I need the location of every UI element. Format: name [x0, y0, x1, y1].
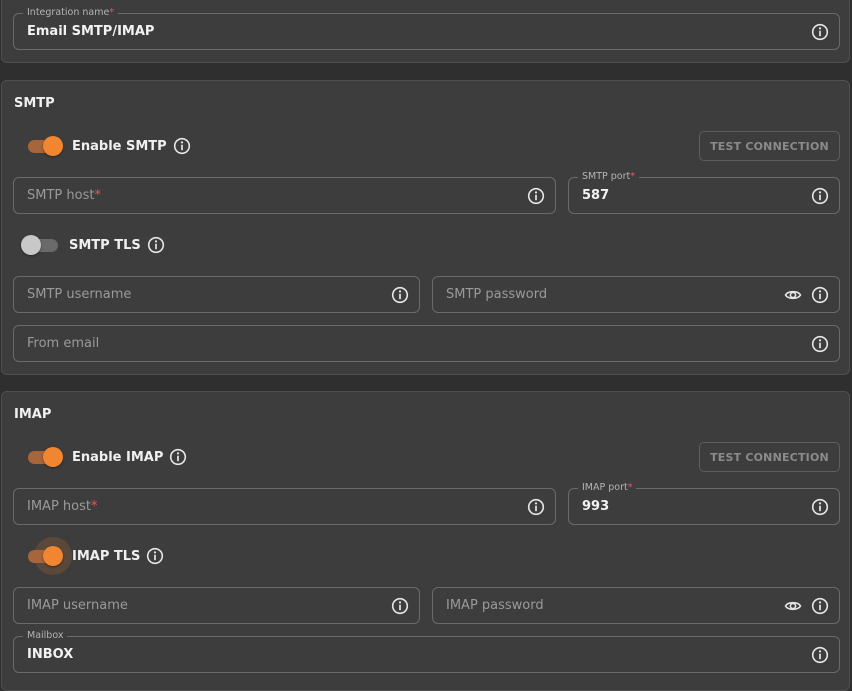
imap-username-placeholder: IMAP username [27, 598, 128, 613]
smtp-section-title: SMTP [14, 96, 55, 111]
integration-panel: Integration name* Email SMTP/IMAP [1, 0, 850, 63]
smtp-port-value: 587 [582, 188, 610, 203]
info-icon[interactable] [527, 498, 545, 516]
enable-smtp-label: Enable SMTP [72, 138, 167, 154]
smtp-username-input[interactable]: SMTP username [13, 276, 420, 313]
imap-section-title: IMAP [14, 407, 52, 422]
imap-port-label: IMAP port* [578, 482, 637, 494]
info-icon[interactable] [811, 646, 829, 664]
enable-imap-row: Enable IMAP [24, 446, 187, 468]
imap-panel: IMAP Enable IMAP TEST CONNECTION IMAP ho… [1, 391, 850, 691]
info-icon[interactable] [146, 547, 164, 565]
enable-imap-label: Enable IMAP [72, 449, 164, 465]
imap-port-input[interactable]: IMAP port* 993 [568, 482, 840, 525]
imap-test-connection-button[interactable]: TEST CONNECTION [699, 442, 840, 472]
imap-tls-row: IMAP TLS [24, 537, 164, 575]
smtp-tls-row: SMTP TLS [21, 234, 165, 256]
info-icon[interactable] [811, 187, 829, 205]
smtp-test-connection-button[interactable]: TEST CONNECTION [699, 131, 840, 161]
info-icon[interactable] [527, 187, 545, 205]
info-icon[interactable] [811, 597, 829, 615]
info-icon[interactable] [811, 335, 829, 353]
eye-icon[interactable] [784, 286, 802, 304]
integration-name-value: Email SMTP/IMAP [27, 24, 155, 39]
smtp-host-input[interactable]: SMTP host* [13, 177, 556, 214]
info-icon[interactable] [391, 597, 409, 615]
smtp-port-input[interactable]: SMTP port* 587 [568, 171, 840, 214]
imap-port-value: 993 [582, 499, 610, 514]
smtp-host-placeholder: SMTP host* [27, 188, 101, 203]
eye-icon[interactable] [784, 597, 802, 615]
info-icon[interactable] [169, 448, 187, 466]
info-icon[interactable] [391, 286, 409, 304]
mailbox-label: Mailbox [23, 630, 68, 642]
info-icon[interactable] [173, 137, 191, 155]
integration-name-field[interactable]: Integration name* Email SMTP/IMAP [13, 7, 840, 50]
info-icon[interactable] [147, 236, 165, 254]
smtp-username-placeholder: SMTP username [27, 287, 132, 302]
imap-username-input[interactable]: IMAP username [13, 587, 420, 624]
from-email-input[interactable]: From email [13, 325, 840, 362]
imap-host-input[interactable]: IMAP host* [13, 488, 556, 525]
imap-password-input[interactable]: IMAP password [432, 587, 840, 624]
imap-password-placeholder: IMAP password [446, 598, 544, 613]
imap-tls-label: IMAP TLS [72, 548, 141, 564]
smtp-port-label: SMTP port* [578, 171, 640, 183]
enable-smtp-toggle[interactable] [24, 135, 64, 157]
enable-imap-toggle[interactable] [24, 446, 64, 468]
smtp-panel: SMTP Enable SMTP TEST CONNECTION SMTP ho… [1, 80, 850, 375]
info-icon[interactable] [811, 286, 829, 304]
imap-tls-toggle[interactable] [24, 537, 72, 575]
smtp-password-placeholder: SMTP password [446, 287, 548, 302]
smtp-password-input[interactable]: SMTP password [432, 276, 840, 313]
integration-name-label: Integration name* [23, 7, 119, 19]
mailbox-input[interactable]: Mailbox INBOX [13, 630, 840, 673]
smtp-tls-label: SMTP TLS [69, 237, 141, 253]
from-email-placeholder: From email [27, 336, 100, 351]
info-icon[interactable] [811, 23, 829, 41]
smtp-tls-toggle[interactable] [21, 234, 61, 256]
enable-smtp-row: Enable SMTP [24, 135, 191, 157]
info-icon[interactable] [811, 498, 829, 516]
mailbox-value: INBOX [27, 647, 74, 662]
imap-host-placeholder: IMAP host* [27, 499, 98, 514]
